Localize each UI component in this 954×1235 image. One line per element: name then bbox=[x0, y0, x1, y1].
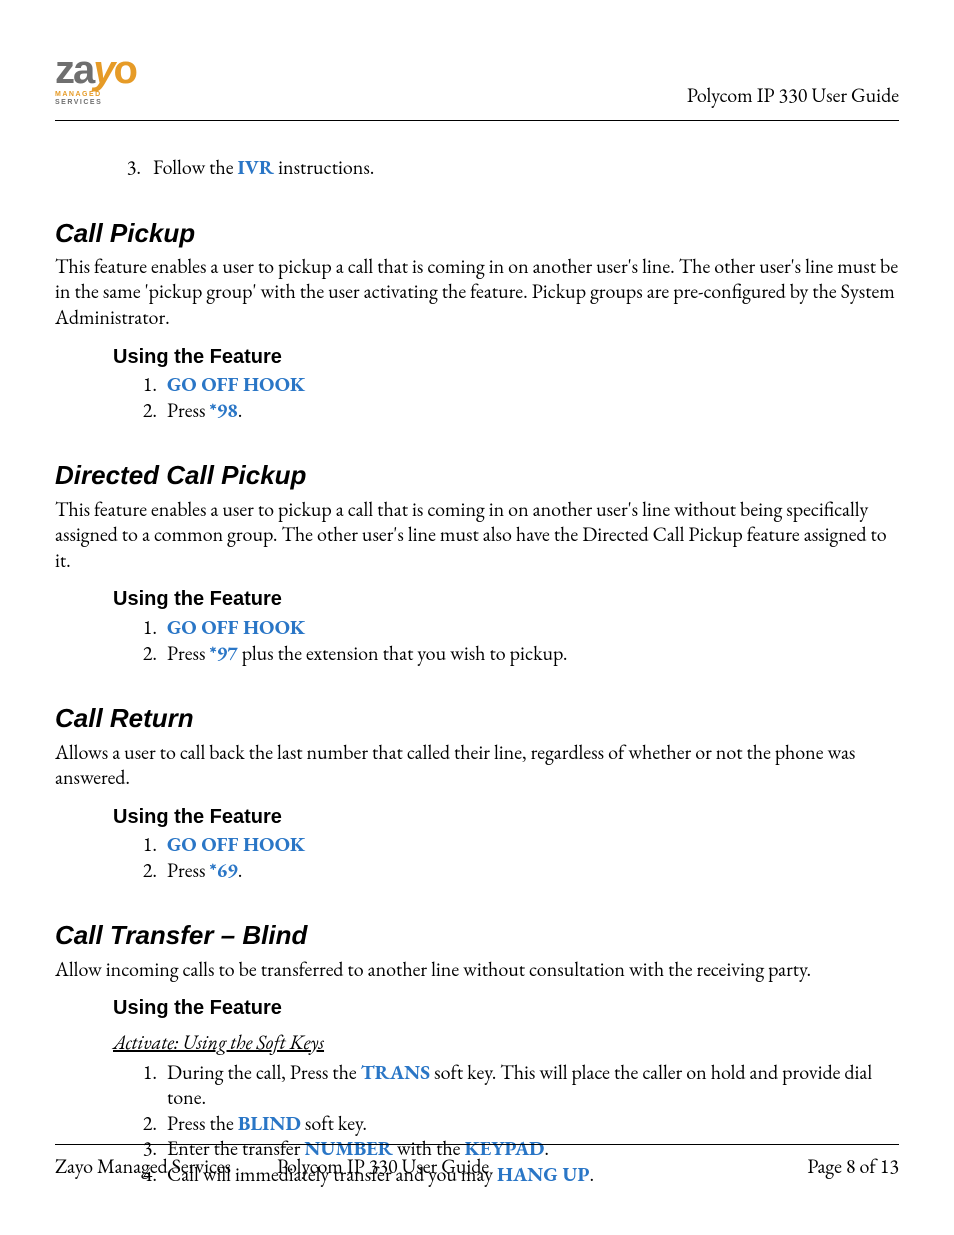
heading-call-return: Call Return bbox=[55, 702, 899, 735]
list-item: GO OFF HOOK bbox=[161, 832, 899, 858]
step-text: During the call, Press the bbox=[167, 1059, 361, 1085]
subheading-using-feature: Using the Feature bbox=[55, 996, 899, 1022]
zayo-logo: zayo MANAGED SERVICES bbox=[55, 50, 173, 110]
highlight-star-code: *69 bbox=[209, 857, 237, 883]
activate-label: Activate: Using the Soft Keys bbox=[55, 1030, 899, 1056]
paragraph: Allow incoming calls to be transferred t… bbox=[55, 957, 899, 983]
page: zayo MANAGED SERVICES Polycom IP 330 Use… bbox=[0, 0, 954, 1235]
step-text: Press bbox=[167, 640, 209, 666]
list-item: Press *69. bbox=[161, 858, 899, 884]
step-text: soft key. bbox=[301, 1110, 367, 1136]
list-item: GO OFF HOOK bbox=[161, 372, 899, 398]
steps-list: GO OFF HOOK Press *97 plus the extension… bbox=[55, 615, 899, 666]
subheading-using-feature: Using the Feature bbox=[55, 805, 899, 831]
list-item: Press *98. bbox=[161, 398, 899, 424]
list-item: During the call, Press the TRANS soft ke… bbox=[161, 1060, 899, 1111]
step-text: Follow the bbox=[153, 154, 238, 180]
highlight-go-off-hook: GO OFF HOOK bbox=[167, 614, 305, 640]
logo-subtext-managed: MANAGED bbox=[55, 91, 173, 99]
logo-text-y: y bbox=[93, 48, 113, 92]
page-footer: Zayo Managed Services Polycom IP 330 Use… bbox=[55, 1144, 899, 1179]
list-item: Follow the IVR instructions. bbox=[145, 155, 899, 181]
list-item: Press *97 plus the extension that you wi… bbox=[161, 641, 899, 667]
page-header: zayo MANAGED SERVICES Polycom IP 330 Use… bbox=[55, 50, 899, 121]
step-text: . bbox=[238, 857, 243, 883]
logo-subtext-services: SERVICES bbox=[55, 99, 173, 107]
body-content: Follow the IVR instructions. Call Pickup… bbox=[55, 155, 899, 1188]
step-text: Press bbox=[167, 397, 209, 423]
heading-call-pickup: Call Pickup bbox=[55, 217, 899, 250]
logo-text-o: o bbox=[114, 48, 136, 92]
steps-list: GO OFF HOOK Press *98. bbox=[55, 372, 899, 423]
highlight-ivr: IVR bbox=[238, 154, 275, 180]
subheading-using-feature: Using the Feature bbox=[55, 587, 899, 613]
paragraph: This feature enables a user to pickup a … bbox=[55, 254, 899, 331]
paragraph: Allows a user to call back the last numb… bbox=[55, 740, 899, 791]
highlight-star-code: *97 bbox=[209, 640, 237, 666]
highlight-star-code: *98 bbox=[209, 397, 237, 423]
steps-list: GO OFF HOOK Press *69. bbox=[55, 832, 899, 883]
step-text: . bbox=[238, 397, 243, 423]
list-item: GO OFF HOOK bbox=[161, 615, 899, 641]
highlight-trans: TRANS bbox=[361, 1059, 430, 1085]
subheading-using-feature: Using the Feature bbox=[55, 345, 899, 371]
list-item: Press the BLIND soft key. bbox=[161, 1111, 899, 1137]
heading-directed-call-pickup: Directed Call Pickup bbox=[55, 459, 899, 492]
step-text: instructions. bbox=[274, 154, 374, 180]
footer-company: Zayo Managed Services bbox=[55, 1153, 231, 1179]
header-doc-title: Polycom IP 330 User Guide bbox=[687, 82, 899, 110]
step-text: Press the bbox=[167, 1110, 238, 1136]
footer-doc-title: Polycom IP 330 User Guide bbox=[277, 1153, 489, 1179]
heading-call-transfer-blind: Call Transfer – Blind bbox=[55, 919, 899, 952]
step-text: plus the extension that you wish to pick… bbox=[238, 640, 568, 666]
continued-list: Follow the IVR instructions. bbox=[55, 155, 899, 181]
paragraph: This feature enables a user to pickup a … bbox=[55, 497, 899, 574]
logo-text-za: za bbox=[55, 48, 93, 92]
step-text: Press bbox=[167, 857, 209, 883]
highlight-blind: BLIND bbox=[238, 1110, 301, 1136]
highlight-go-off-hook: GO OFF HOOK bbox=[167, 831, 305, 857]
highlight-go-off-hook: GO OFF HOOK bbox=[167, 371, 305, 397]
footer-page-number: Page 8 of 13 bbox=[807, 1153, 899, 1179]
